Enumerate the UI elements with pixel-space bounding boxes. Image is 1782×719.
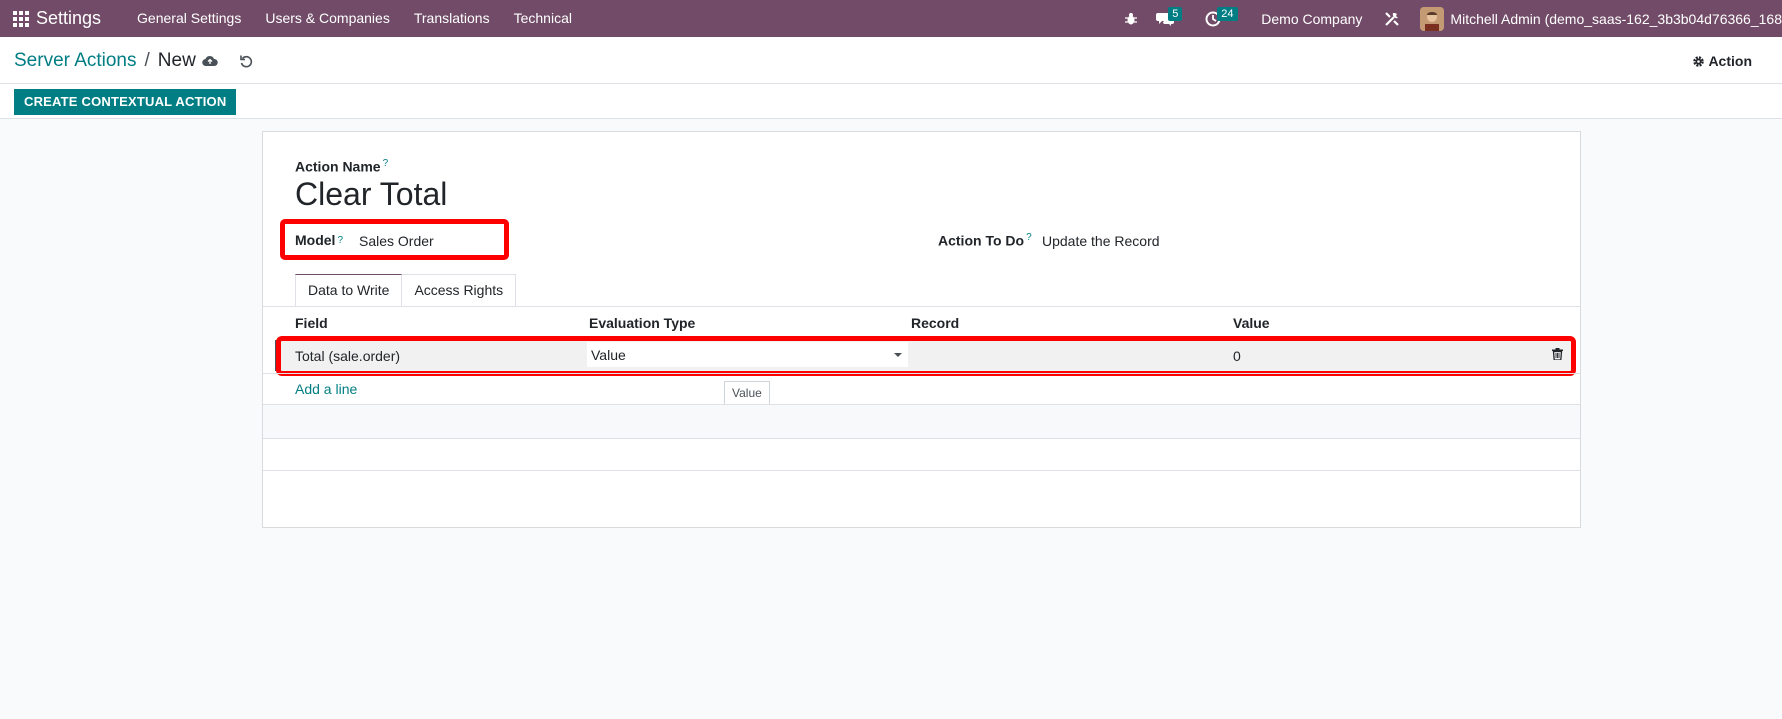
user-menu[interactable]: Mitchell Admin (demo_saas-162_3b3b04d763… [1410,6,1782,31]
breadcrumb-current: New [157,50,196,71]
systray: 5 24 Demo Company Mitchell Admin (demo_s… [1115,0,1782,37]
add-line-link[interactable]: Add a line [295,381,357,397]
tools-icon[interactable] [1374,0,1410,37]
tab-data-to-write[interactable]: Data to Write [295,274,403,306]
menu-general-settings[interactable]: General Settings [125,0,253,37]
top-navbar: Settings General Settings Users & Compan… [0,0,1782,37]
user-avatar [1420,6,1445,31]
column-header-evaluation-type[interactable]: Evaluation Type [589,315,695,331]
debug-bug-icon[interactable] [1115,0,1147,37]
action-name-help-icon[interactable]: ? [383,158,389,169]
main-menu: General Settings Users & Companies Trans… [125,0,584,37]
control-panel: Server Actions / New Action CREATE CONTE… [0,37,1782,119]
tabs-divider [263,306,1580,307]
action-name-input[interactable]: Clear Total [295,176,447,213]
action-name-label: Action Name? [295,158,389,175]
column-header-value[interactable]: Value [1233,315,1270,331]
row-divider [263,438,1580,439]
create-contextual-action-button[interactable]: CREATE CONTEXTUAL ACTION [14,89,237,115]
column-header-field[interactable]: Field [295,315,328,331]
tab-access-rights[interactable]: Access Rights [402,274,517,306]
form-sheet: Action Name? Clear Total Model? Sales Or… [262,131,1581,528]
control-panel-divider [0,83,1782,84]
row-divider [263,373,1580,374]
action-to-do-field[interactable]: Update the Record [1042,233,1160,249]
action-to-do-label: Action To Do? [938,232,1032,249]
messages-badge: 5 [1168,7,1183,21]
action-label: Action [1708,53,1752,69]
row-highlight-box [276,336,1576,376]
menu-users-companies[interactable]: Users & Companies [253,0,402,37]
user-name: Mitchell Admin (demo_saas-162_3b3b04d763… [1450,10,1782,27]
row-divider [263,470,1580,471]
company-switcher[interactable]: Demo Company [1247,11,1374,27]
breadcrumb-separator: / [144,50,150,71]
menu-technical[interactable]: Technical [502,0,584,37]
empty-row [263,405,1580,438]
evaluation-type-tooltip: Value [724,381,770,405]
breadcrumb-server-actions[interactable]: Server Actions [14,50,137,72]
save-cloud-icon[interactable] [200,51,220,71]
activities-clock-icon[interactable]: 24 [1196,0,1247,37]
notebook-tabs: Data to Write Access Rights [295,274,517,306]
activities-badge: 24 [1217,7,1238,21]
app-brand[interactable]: Settings [36,8,101,29]
column-header-record[interactable]: Record [911,315,959,331]
apps-menu-icon[interactable] [0,0,34,37]
discard-undo-icon[interactable] [236,51,256,71]
menu-translations[interactable]: Translations [402,0,502,37]
model-highlight-box [280,219,509,260]
messages-chat-icon[interactable]: 5 [1147,0,1196,37]
action-menu-button[interactable]: Action [1692,53,1752,69]
gear-icon [1693,55,1705,67]
action-to-do-help-icon[interactable]: ? [1026,232,1032,243]
breadcrumb: Server Actions / New [14,50,196,72]
